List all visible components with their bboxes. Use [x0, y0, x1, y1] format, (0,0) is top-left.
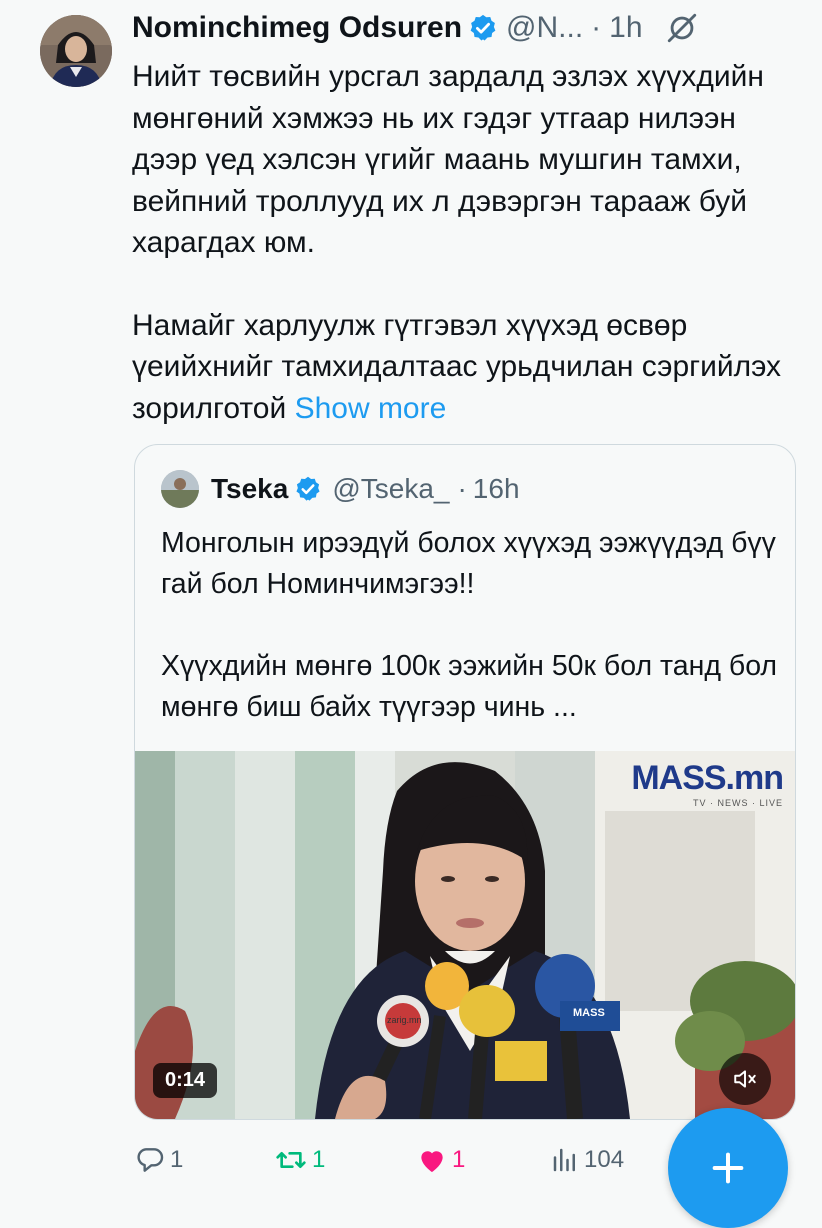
watermark-subtitle: TV · NEWS · LIVE	[692, 798, 783, 808]
tweet-paragraph: Нийт төсвийн урсгал зардалд эзлэх хүүхди…	[132, 60, 764, 259]
views-chart-icon	[550, 1145, 580, 1175]
tweet-paragraph-text: Намайг харлуулж гүтгэвэл хүүхэд өсвөр үе…	[132, 308, 782, 425]
views-count: 104	[584, 1146, 625, 1173]
heart-icon	[416, 1144, 448, 1176]
views-button[interactable]: 104	[550, 1140, 624, 1180]
reply-icon	[134, 1144, 166, 1176]
tweet-paragraph: Намайг харлуулж гүтгэвэл хүүхэд өсвөр үе…	[132, 305, 792, 430]
header-separator: ·	[591, 11, 602, 44]
tweet-action-bar: 1 1 1 104	[134, 1140, 694, 1180]
mic-label: zarig.mn	[387, 1015, 422, 1025]
quote-header: Tseka @Tseka_ · 16h	[161, 469, 520, 509]
like-count: 1	[452, 1146, 466, 1173]
verified-badge-icon	[468, 13, 498, 43]
author-avatar[interactable]	[40, 15, 112, 87]
verified-badge-icon	[294, 475, 322, 503]
tweet-header: Nominchimeg Odsuren @N... · 1h	[132, 8, 812, 48]
quote-paragraph: Хүүхдийн мөнгө 100к ээжийн 50к бол танд …	[161, 650, 778, 723]
tweet-text: Нийт төсвийн урсгал зардалд эзлэх хүүхди…	[132, 56, 792, 429]
quote-separator: ·	[457, 473, 467, 504]
mic-label: MASS	[573, 1007, 605, 1019]
mute-icon[interactable]	[719, 1053, 771, 1105]
quote-handle[interactable]: @Tseka_	[332, 473, 449, 505]
quote-author-name[interactable]: Tseka	[211, 473, 288, 505]
grok-icon[interactable]	[665, 11, 699, 45]
video-player[interactable]: MASS.mn TV · NEWS · LIVE zarig.mn MASS 0…	[135, 751, 795, 1119]
reply-count: 1	[170, 1146, 184, 1173]
like-button[interactable]: 1	[416, 1140, 465, 1180]
quote-time[interactable]: 16h	[473, 473, 520, 505]
quoted-tweet[interactable]: Tseka @Tseka_ · 16h Монголын ирээдүй бол…	[134, 444, 796, 1120]
retweet-button[interactable]: 1	[274, 1140, 325, 1180]
author-name[interactable]: Nominchimeg Odsuren	[132, 11, 462, 45]
watermark-logo: MASS.mn	[631, 759, 784, 797]
retweet-icon	[274, 1144, 308, 1176]
avatar-image	[40, 15, 112, 87]
compose-button[interactable]	[668, 1108, 788, 1228]
plus-icon	[708, 1148, 748, 1188]
quote-text: Монголын ирээдүй болох хүүхэд ээжүүдэд б…	[161, 523, 781, 728]
tweet-time[interactable]: 1h	[609, 11, 642, 45]
video-duration: 0:14	[153, 1063, 218, 1098]
author-handle[interactable]: @N...	[506, 11, 583, 45]
quote-paragraph: Монголын ирээдүй болох хүүхэд ээжүүдэд б…	[161, 527, 776, 600]
show-more-link[interactable]: Show more	[295, 392, 447, 425]
retweet-count: 1	[312, 1146, 326, 1173]
reply-button[interactable]: 1	[134, 1140, 183, 1180]
quote-avatar[interactable]	[161, 470, 199, 508]
video-watermark: MASS.mn TV · NEWS · LIVE	[631, 759, 784, 808]
